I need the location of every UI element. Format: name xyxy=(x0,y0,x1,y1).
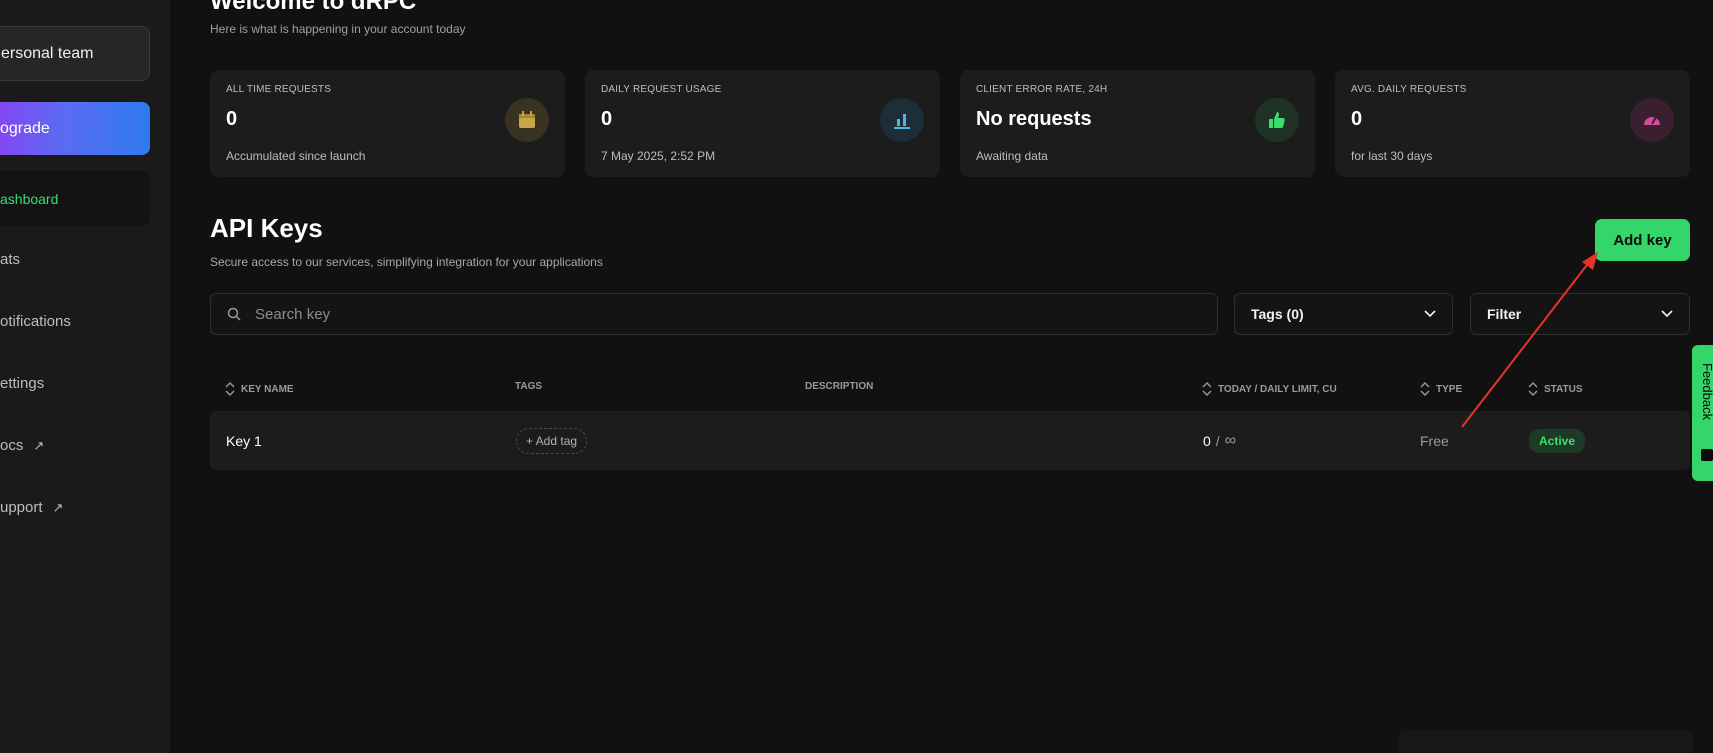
add-tag-button[interactable]: + Add tag xyxy=(516,427,588,454)
stat-title: AVG. DAILY REQUESTS xyxy=(1351,84,1467,95)
external-link-icon: ↗ xyxy=(52,499,64,515)
section-subtitle: Secure access to our services, simplifyi… xyxy=(210,255,603,269)
column-header-limit[interactable]: TODAY / DAILY LIMIT, CU xyxy=(1202,381,1337,397)
thumbs-up-icon xyxy=(1255,98,1299,142)
tags-dropdown[interactable]: Tags (0) xyxy=(1234,293,1453,335)
sidebar-item-label: ocs xyxy=(0,437,24,454)
column-header-label: TYPE xyxy=(1436,383,1463,395)
add-key-button[interactable]: Add key xyxy=(1595,219,1690,261)
tags-cell: + Add tag xyxy=(516,411,588,470)
column-header-tags: TAGS xyxy=(515,381,542,392)
sidebar-item-dashboard[interactable]: ashboard xyxy=(0,171,150,226)
feedback-label: Feedback xyxy=(1700,363,1713,421)
column-header-description: DESCRIPTION xyxy=(805,381,873,392)
sort-icon xyxy=(225,382,235,396)
column-header-type[interactable]: TYPE xyxy=(1420,381,1462,397)
filter-dropdown[interactable]: Filter xyxy=(1470,293,1690,335)
sort-icon xyxy=(1420,382,1430,396)
limit-cell: 0 / ∞ xyxy=(1203,411,1236,470)
column-header-label: KEY NAME xyxy=(241,383,294,395)
column-header-label: STATUS xyxy=(1544,383,1583,395)
search-input[interactable]: Search key xyxy=(210,293,1218,335)
filter-dropdown-label: Filter xyxy=(1487,306,1522,322)
status-cell: Active xyxy=(1529,411,1586,470)
stat-subtext: Awaiting data xyxy=(976,149,1048,163)
chat-widget[interactable] xyxy=(1398,730,1693,753)
feedback-tab[interactable]: Feedback xyxy=(1692,345,1713,481)
column-header-key-name[interactable]: KEY NAME xyxy=(225,381,294,397)
sidebar-item-support[interactable]: upport ↗ xyxy=(0,499,63,516)
sidebar-item-label: ashboard xyxy=(0,190,59,207)
stat-value: 0 xyxy=(226,108,238,130)
chevron-down-icon xyxy=(1661,310,1673,318)
stat-card-avg-daily-requests: AVG. DAILY REQUESTS 0 for last 30 days xyxy=(1335,70,1690,177)
stat-value: No requests xyxy=(976,108,1092,130)
column-header-label: DESCRIPTION xyxy=(805,381,874,392)
chevron-down-icon xyxy=(1424,310,1436,318)
upgrade-label: ograde xyxy=(0,119,50,137)
stat-card-client-error-rate: CLIENT ERROR RATE, 24H No requests Await… xyxy=(960,70,1315,177)
gauge-icon xyxy=(1630,98,1674,142)
column-header-label: TAGS xyxy=(515,381,543,392)
stat-card-all-time-requests: ALL TIME REQUESTS 0 Accumulated since la… xyxy=(210,70,565,177)
page-subtitle: Here is what is happening in your accoun… xyxy=(210,22,466,36)
feedback-icon xyxy=(1701,449,1713,461)
table-row[interactable]: Key 1 + Add tag 0 / ∞ Free Active xyxy=(210,411,1690,470)
sidebar-item-label: otifications xyxy=(0,313,71,330)
stat-card-daily-request-usage: DAILY REQUEST USAGE 0 7 May 2025, 2:52 P… xyxy=(585,70,940,177)
stat-title: ALL TIME REQUESTS xyxy=(226,84,332,95)
stat-subtext: for last 30 days xyxy=(1351,149,1433,163)
section-title: API Keys xyxy=(210,213,323,243)
sidebar: ersonal team ograde ashboard ats otifica… xyxy=(0,0,170,753)
sidebar-item-stats[interactable]: ats xyxy=(0,251,20,268)
team-label: ersonal team xyxy=(1,44,94,62)
usage-value: 0 xyxy=(1203,432,1211,449)
team-switcher[interactable]: ersonal team xyxy=(0,26,150,81)
sidebar-item-settings[interactable]: ettings xyxy=(0,375,44,392)
calendar-icon xyxy=(505,98,549,142)
stat-title: CLIENT ERROR RATE, 24H xyxy=(976,84,1108,95)
limit-separator: / xyxy=(1215,432,1220,449)
column-header-status[interactable]: STATUS xyxy=(1528,381,1583,397)
upgrade-button[interactable]: ograde xyxy=(0,102,150,155)
limit-value: ∞ xyxy=(1224,431,1237,449)
external-link-icon: ↗ xyxy=(33,437,45,453)
sidebar-item-label: upport xyxy=(0,499,43,516)
key-name-cell[interactable]: Key 1 xyxy=(226,411,262,470)
tags-dropdown-label: Tags (0) xyxy=(1251,306,1304,322)
bar-chart-icon xyxy=(880,98,924,142)
sidebar-item-notifications[interactable]: otifications xyxy=(0,313,71,330)
sidebar-item-docs[interactable]: ocs ↗ xyxy=(0,437,44,454)
stat-subtext: Accumulated since launch xyxy=(226,149,366,163)
page-title: Welcome to dRPC xyxy=(210,0,417,15)
search-placeholder: Search key xyxy=(255,305,331,323)
stat-value: 0 xyxy=(1351,108,1363,130)
status-badge: Active xyxy=(1529,428,1586,453)
search-icon xyxy=(227,307,241,321)
stat-value: 0 xyxy=(601,108,613,130)
stat-subtext: 7 May 2025, 2:52 PM xyxy=(601,149,716,163)
sidebar-item-label: ats xyxy=(0,251,21,268)
column-header-label: TODAY / DAILY LIMIT, CU xyxy=(1218,383,1337,395)
sidebar-item-label: ettings xyxy=(0,375,45,392)
type-cell: Free xyxy=(1420,432,1449,449)
sort-icon xyxy=(1202,382,1212,396)
sort-icon xyxy=(1528,382,1538,396)
stat-title: DAILY REQUEST USAGE xyxy=(601,84,722,95)
